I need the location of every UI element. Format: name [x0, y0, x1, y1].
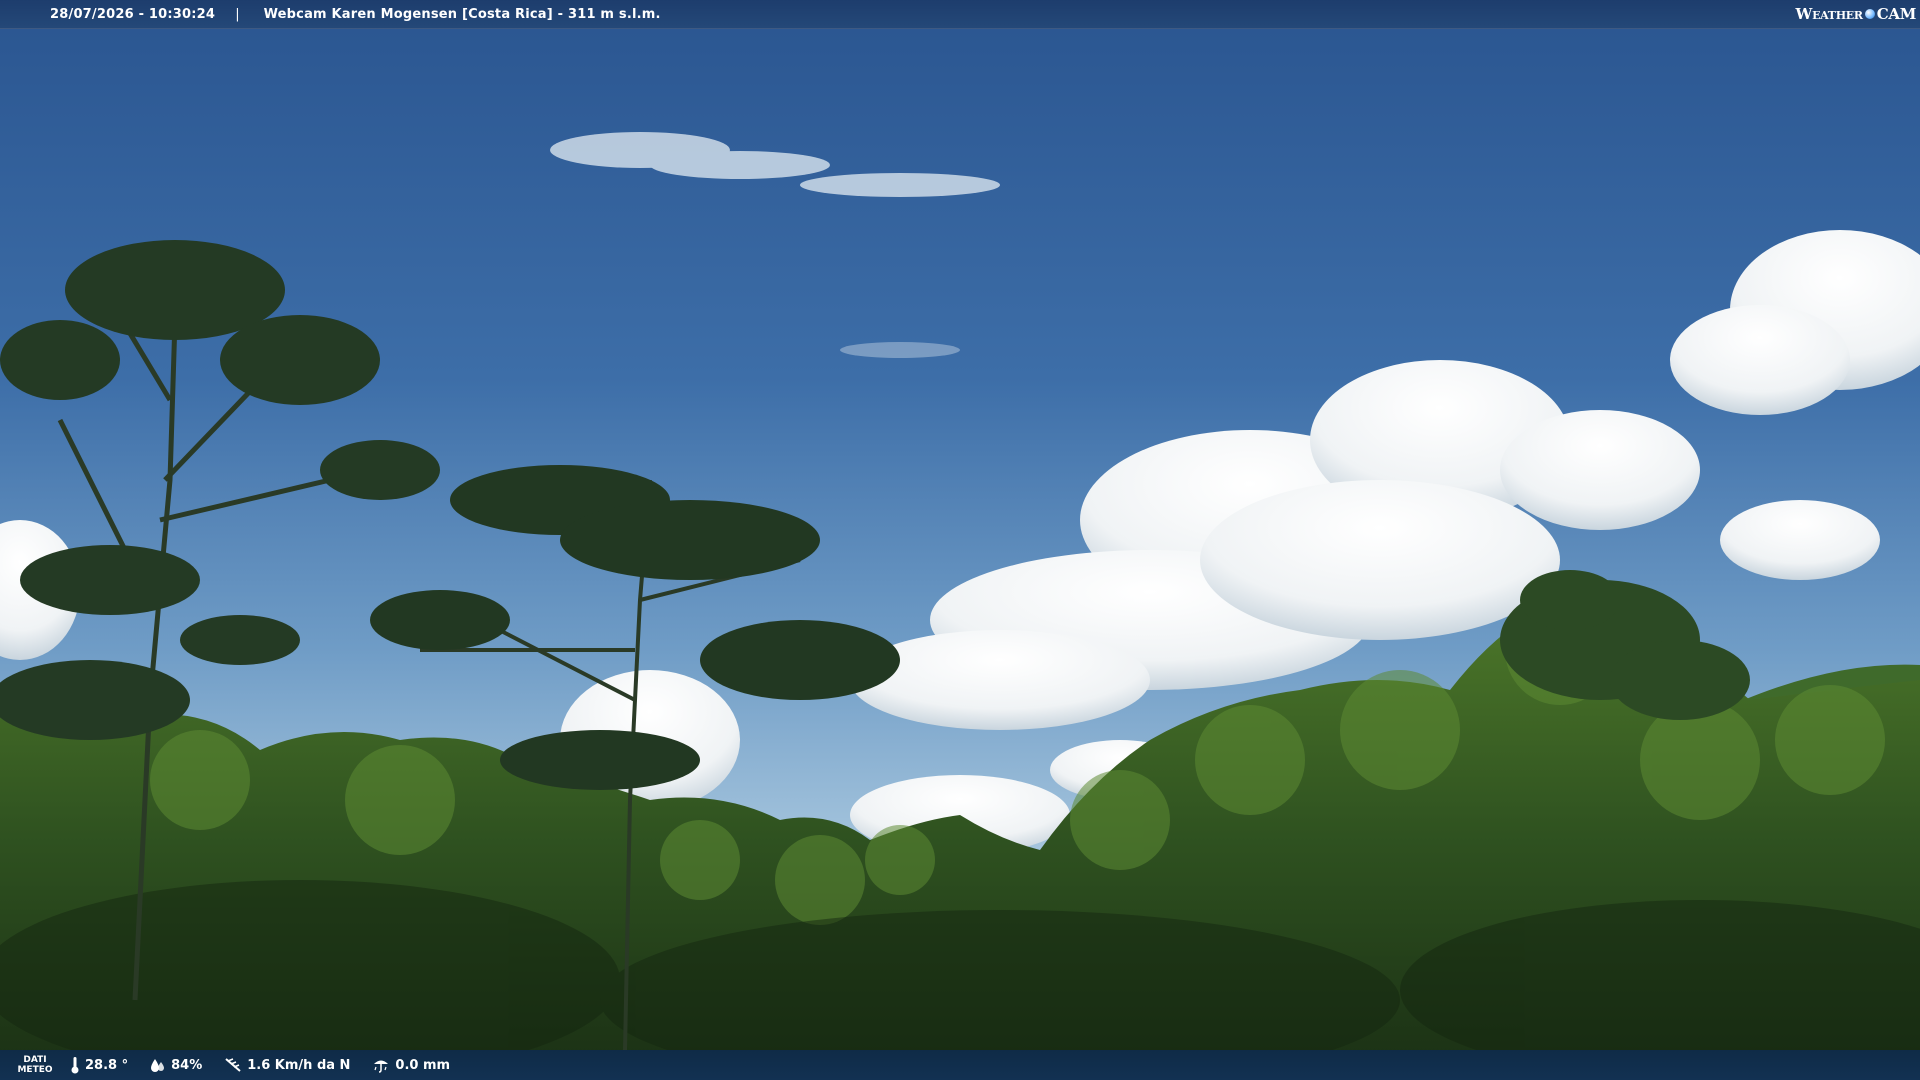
wind-icon	[225, 1058, 241, 1072]
temperature-readout: 28.8 °	[70, 1056, 128, 1074]
webcam-header-bar: 28/07/2026 - 10:30:24 | Webcam Karen Mog…	[0, 0, 1920, 29]
brand-weather: Weather	[1795, 5, 1863, 23]
brand-cam: CAM	[1876, 5, 1917, 23]
weather-data-label-line2: METEO	[17, 1065, 53, 1075]
capture-datetime: 28/07/2026 - 10:30:24	[50, 6, 216, 22]
rain-readout: 0.0 mm	[372, 1057, 450, 1073]
humidity-readout: 84%	[150, 1057, 202, 1073]
thermometer-icon	[71, 1057, 79, 1074]
humidity-value: 84%	[171, 1057, 203, 1073]
rain-gauge-icon	[374, 1060, 389, 1073]
webcam-scene	[0, 0, 1920, 1080]
webcam-frame: 28/07/2026 - 10:30:24 | Webcam Karen Mog…	[0, 0, 1920, 1080]
header-separator: |	[235, 6, 240, 22]
weather-data-bar: DATI METEO 28.8 ° 84% 1.6 Km/h da N 0.0 …	[0, 1050, 1920, 1080]
webcam-title: Webcam Karen Mogensen [Costa Rica] - 311…	[263, 6, 661, 22]
wind-value: 1.6 Km/h da N	[247, 1057, 351, 1073]
weathercam-logo[interactable]: Weather CAM	[1795, 3, 1917, 25]
humidity-drop-icon	[151, 1059, 165, 1072]
temperature-value: 28.8 °	[85, 1057, 129, 1073]
brand-globe-icon	[1864, 9, 1875, 19]
weather-data-label: DATI METEO	[0, 1055, 70, 1075]
rain-value: 0.0 mm	[395, 1057, 451, 1073]
wind-readout: 1.6 Km/h da N	[224, 1057, 350, 1073]
weather-data-label-line1: DATI	[23, 1055, 47, 1065]
